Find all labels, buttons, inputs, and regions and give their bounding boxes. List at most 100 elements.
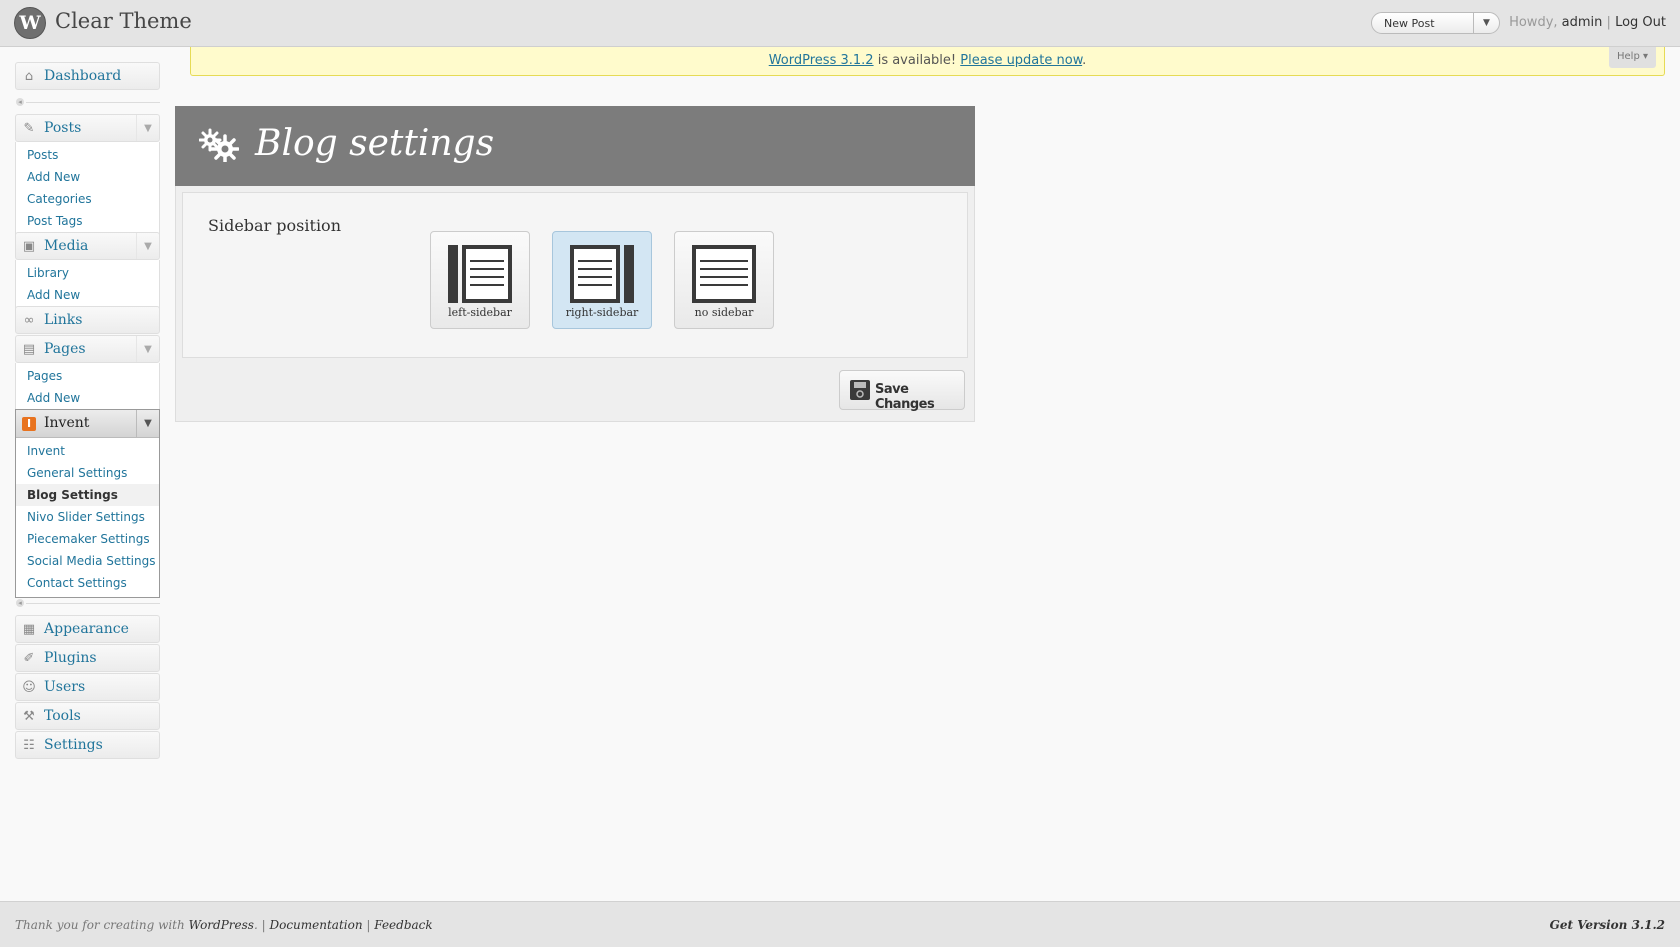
separator: | [261, 918, 266, 932]
panel-header: Blog settings [175, 106, 975, 186]
separator: | [1606, 15, 1611, 30]
pages-icon: ▤ [22, 342, 36, 357]
submenu-item-general-settings[interactable]: General Settings [16, 462, 159, 484]
menu-posts-group: ✎ Posts ▼ Posts Add New Categories Post … [15, 114, 160, 236]
option-caption: right-sidebar [565, 306, 639, 319]
page-title: Blog settings [255, 123, 495, 164]
favorite-actions-dropdown[interactable]: New Post ▼ [1371, 12, 1500, 34]
help-tab[interactable]: Help ▾ [1609, 47, 1656, 68]
submenu-item-social-media-settings[interactable]: Social Media Settings [16, 550, 159, 572]
chevron-down-icon[interactable]: ▼ [136, 410, 159, 437]
menu-appearance-group: ▦ Appearance [15, 615, 160, 643]
tools-icon: ⚒ [23, 709, 35, 724]
howdy-text: Howdy, [1509, 15, 1558, 30]
users-icon: ☺ [22, 680, 36, 695]
submenu-posts: Posts Add New Categories Post Tags [15, 142, 160, 236]
chevron-down-icon[interactable]: ▼ [136, 233, 159, 259]
menu-label: Plugins [44, 650, 97, 666]
menu-item-invent[interactable]: I Invent ▼ [16, 410, 159, 438]
logout-link[interactable]: Log Out [1615, 15, 1666, 30]
save-changes-label: Save Changes [875, 382, 935, 412]
submenu-item-pages[interactable]: Pages [16, 365, 159, 387]
menu-separator [26, 102, 160, 103]
submenu-item-blog-settings[interactable]: Blog Settings [16, 484, 159, 506]
menu-tools-group: ⚒ Tools [15, 702, 160, 730]
appearance-icon: ▦ [22, 622, 36, 637]
menu-item-plugins[interactable]: ✐ Plugins [15, 644, 160, 672]
submenu-item-add-new-media[interactable]: Add New [16, 284, 159, 306]
footer-credits: Thank you for creating with WordPress. |… [15, 918, 433, 932]
menu-label: Posts [44, 120, 82, 136]
option-caption: no sidebar [694, 306, 754, 319]
user-profile-link[interactable]: admin [1562, 15, 1603, 30]
footer-period: . [253, 918, 258, 932]
menu-label: Settings [44, 737, 103, 753]
option-left-sidebar[interactable]: left-sidebar [430, 231, 530, 329]
menu-item-pages[interactable]: ▤ Pages ▼ [15, 335, 160, 363]
menu-item-appearance[interactable]: ▦ Appearance [15, 615, 160, 643]
submenu-item-contact-settings[interactable]: Contact Settings [16, 572, 159, 594]
menu-item-media[interactable]: ▣ Media ▼ [15, 232, 160, 260]
menu-label: Pages [44, 341, 86, 357]
menu-item-dashboard[interactable]: ⌂ Dashboard [15, 62, 160, 90]
menu-label: Tools [44, 708, 81, 724]
option-label: Sidebar position [208, 216, 341, 235]
floppy-disk-icon [850, 380, 870, 400]
save-changes-button[interactable]: Save Changes [839, 370, 965, 412]
feedback-link[interactable]: Feedback [374, 918, 432, 932]
menu-item-posts[interactable]: ✎ Posts ▼ [15, 114, 160, 142]
collapse-arrow-icon[interactable]: ◂ [16, 599, 24, 607]
menu-item-links[interactable]: ∞ Links [15, 306, 160, 334]
menu-item-settings[interactable]: ☷ Settings [15, 731, 160, 759]
new-post-link[interactable]: New Post [1384, 17, 1435, 30]
menu-item-users[interactable]: ☺ Users [15, 673, 160, 701]
option-no-sidebar[interactable]: no sidebar [674, 231, 774, 329]
right-sidebar-layout-icon [570, 245, 634, 303]
submenu-item-library[interactable]: Library [16, 262, 159, 284]
submenu-item-nivo-slider-settings[interactable]: Nivo Slider Settings [16, 506, 159, 528]
left-sidebar-layout-icon [448, 245, 512, 303]
home-icon: ⌂ [24, 69, 34, 84]
site-title[interactable]: Clear Theme [55, 9, 192, 33]
menu-links-group: ∞ Links [15, 306, 160, 334]
pushpin-icon: ✎ [23, 121, 35, 136]
media-icon: ▣ [22, 239, 36, 254]
submenu-item-posts[interactable]: Posts [16, 144, 159, 166]
footer: Thank you for creating with WordPress. |… [0, 901, 1680, 947]
documentation-link[interactable]: Documentation [269, 918, 362, 932]
wordpress-version-link[interactable]: WordPress 3.1.2 [769, 53, 874, 68]
admin-header: W Clear Theme New Post ▼ Howdy, admin | … [0, 0, 1680, 47]
settings-icon: ☷ [23, 738, 35, 753]
option-right-sidebar[interactable]: right-sidebar [552, 231, 652, 329]
menu-item-tools[interactable]: ⚒ Tools [15, 702, 160, 730]
chevron-down-icon[interactable]: ▼ [1473, 13, 1499, 33]
submenu-item-categories[interactable]: Categories [16, 188, 159, 210]
submenu-item-add-new-post[interactable]: Add New [16, 166, 159, 188]
wordpress-logo-icon: W [14, 7, 46, 39]
plugin-icon: ✐ [23, 651, 35, 666]
get-version-link[interactable]: Get Version 3.1.2 [1550, 918, 1665, 932]
chevron-down-icon[interactable]: ▼ [136, 336, 159, 362]
menu-label: Links [44, 312, 83, 328]
footer-thanks: Thank you for creating with [15, 918, 185, 932]
update-now-link[interactable]: Please update now [960, 53, 1082, 68]
submenu-item-piecemaker-settings[interactable]: Piecemaker Settings [16, 528, 159, 550]
menu-label: Invent [44, 415, 90, 431]
menu-media-group: ▣ Media ▼ Library Add New [15, 232, 160, 310]
submenu-media: Library Add New [15, 260, 160, 310]
user-info: Howdy, admin | Log Out [1509, 15, 1666, 30]
menu-separator [26, 603, 160, 604]
submenu-item-invent[interactable]: Invent [16, 440, 159, 462]
collapse-arrow-icon[interactable]: ◂ [16, 98, 24, 106]
menu-invent-group: I Invent ▼ Invent General Settings Blog … [15, 409, 160, 598]
wordpress-link[interactable]: WordPress [189, 918, 254, 932]
submenu-item-add-new-page[interactable]: Add New [16, 387, 159, 409]
submenu-invent: Invent General Settings Blog Settings Ni… [16, 438, 159, 597]
menu-label: Users [44, 679, 86, 695]
invent-icon: I [22, 417, 36, 431]
update-notice-text: is available! [877, 53, 957, 68]
menu-label: Appearance [44, 621, 129, 637]
menu-users-group: ☺ Users [15, 673, 160, 701]
submenu-item-post-tags[interactable]: Post Tags [16, 210, 159, 232]
chevron-down-icon[interactable]: ▼ [136, 115, 159, 141]
